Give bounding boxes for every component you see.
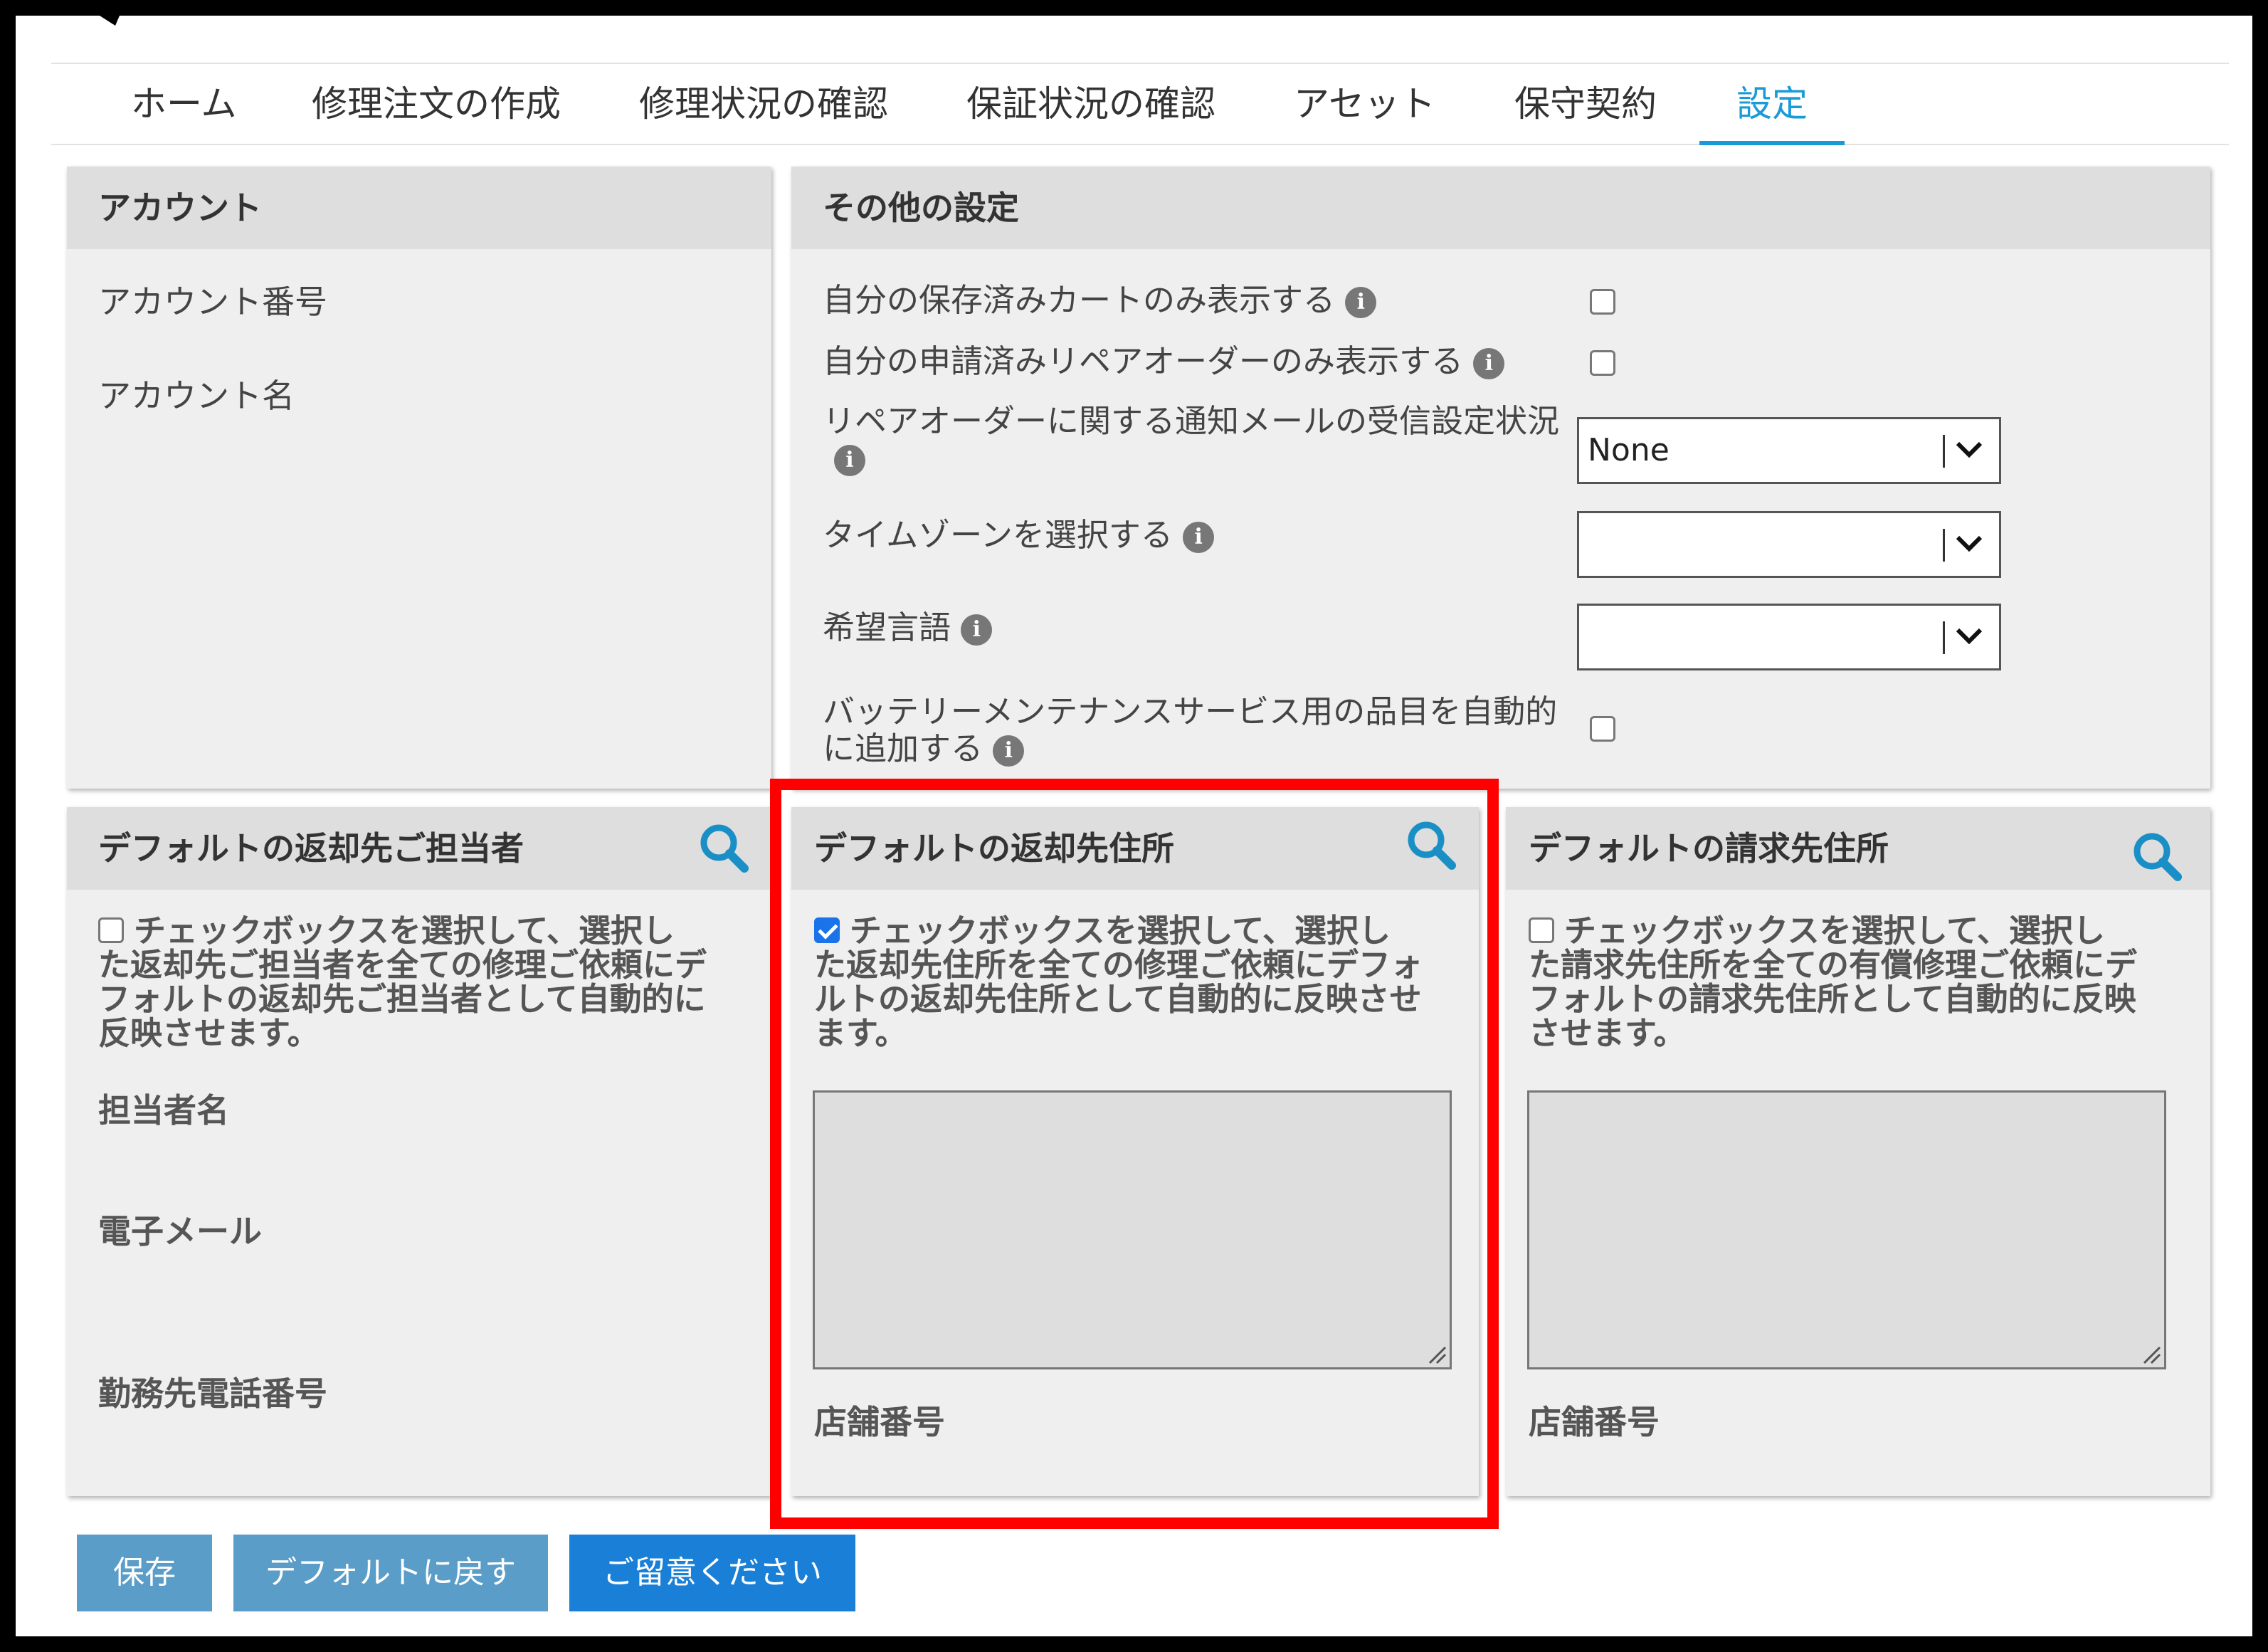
setting-label-timezone: タイムゾーンを選択する i [823,517,1215,554]
tab-warranty-status[interactable]: 保証状況の確認 [966,64,1215,144]
resize-grip-icon[interactable] [2140,1343,2161,1364]
timezone-select[interactable] [1577,511,2001,578]
battery-service-checkbox[interactable] [1590,716,1615,742]
account-panel: アカウント アカウント番号 アカウント名 [67,167,771,789]
contact-email-label: 電子メール [98,1212,262,1251]
tab-home[interactable]: ホーム [131,64,237,144]
tab-maintenance-contract[interactable]: 保守契約 [1514,64,1657,144]
return-contact-title: デフォルトの返却先ご担当者 [98,829,524,868]
search-icon[interactable] [2131,830,2183,883]
search-icon[interactable] [1405,819,1457,871]
setting-label-language: 希望言語 i [823,609,993,646]
info-icon[interactable]: i [1183,522,1215,553]
other-settings-header: その他の設定 [791,167,2210,249]
billing-address-header: デフォルトの請求先住所 [1506,807,2210,890]
billing-address-textarea[interactable] [1527,1090,2166,1369]
main-nav: ホーム 修理注文の作成 修理状況の確認 保証状況の確認 アセット 保守契約 設定 [51,63,2229,145]
account-panel-header: アカウント [67,167,771,249]
billing-address-default-checkbox[interactable] [1529,917,1554,943]
info-icon[interactable]: i [961,614,993,646]
return-address-title: デフォルトの返却先住所 [814,829,1174,868]
chevron-down-icon [1956,628,1983,645]
return-store-number-label: 店舗番号 [814,1403,945,1441]
setting-label-saved-carts: 自分の保存済みカートのみ表示する i [823,282,1377,319]
return-contact-header: デフォルトの返却先ご担当者 [67,807,771,890]
account-name-label: アカウント名 [98,377,295,415]
setting-label-submitted-orders: 自分の申請済みリペアオーダーのみ表示する i [823,343,1505,380]
other-settings-panel: その他の設定 自分の保存済みカートのみ表示する i 自分の申請済みリペアオーダー… [791,167,2210,789]
billing-address-title: デフォルトの請求先住所 [1529,829,1889,868]
contact-name-label: 担当者名 [98,1091,229,1130]
return-address-default-checkbox[interactable] [814,917,840,943]
setting-label-battery-service: バッテリーメンテナンスサービス用の品目を自動的 に追加する i [823,693,1558,767]
billing-address-description: チェックボックスを選択して、選択し た請求先住所を全ての有償修理ご依頼にデ フォ… [1529,912,2138,1052]
resize-grip-icon[interactable] [1425,1343,1447,1364]
info-icon[interactable]: i [993,735,1025,767]
reset-default-button[interactable]: デフォルトに戻す [233,1535,548,1611]
search-icon[interactable] [697,821,750,874]
contact-phone-label: 勤務先電話番号 [98,1374,327,1413]
return-contact-panel: デフォルトの返却先ご担当者 チェックボックスを選択して、選択し た返却先ご担当者… [67,807,771,1496]
chevron-down-icon [1956,535,1983,552]
saved-carts-checkbox[interactable] [1590,289,1615,315]
account-number-label: アカウント番号 [98,283,327,321]
tab-assets[interactable]: アセット [1294,64,1435,144]
corner-mark [100,16,120,26]
return-address-panel: デフォルトの返却先住所 チェックボックスを選択して、選択し た返却先住所を全ての… [791,807,1479,1496]
tab-create-repair-order[interactable]: 修理注文の作成 [312,64,561,144]
other-settings-title: その他の設定 [823,189,1019,227]
return-contact-default-checkbox[interactable] [98,917,124,943]
return-contact-description: チェックボックスを選択して、選択し た返却先ご担当者を全ての修理ご依頼にデ フォ… [98,912,707,1052]
language-select[interactable] [1577,604,2001,670]
return-address-description: チェックボックスを選択して、選択し た返却先住所を全ての修理ご依頼にデフォ ルト… [814,912,1423,1052]
info-icon[interactable]: i [834,445,865,476]
billing-address-panel: デフォルトの請求先住所 チェックボックスを選択して、選択し た請求先住所を全ての… [1506,807,2210,1496]
billing-store-number-label: 店舗番号 [1529,1403,1660,1441]
return-address-header: デフォルトの返却先住所 [791,807,1479,890]
chevron-down-icon [1956,441,1983,458]
submitted-orders-checkbox[interactable] [1590,350,1615,376]
setting-label-notification-email: リペアオーダーに関する通知メールの受信設定状況 i [823,403,1577,477]
save-button[interactable]: 保存 [77,1535,212,1611]
notification-email-select[interactable]: None [1577,417,2001,484]
tab-settings[interactable]: 設定 [1699,64,1845,145]
tab-repair-status[interactable]: 修理状況の確認 [639,64,888,144]
return-address-textarea[interactable] [813,1090,1452,1369]
notice-button[interactable]: ご留意ください [569,1535,855,1611]
info-icon[interactable]: i [1473,348,1505,379]
app-window: ホーム 修理注文の作成 修理状況の確認 保証状況の確認 アセット 保守契約 設定… [16,16,2252,1636]
account-panel-title: アカウント [98,189,262,227]
info-icon[interactable]: i [1345,287,1377,318]
